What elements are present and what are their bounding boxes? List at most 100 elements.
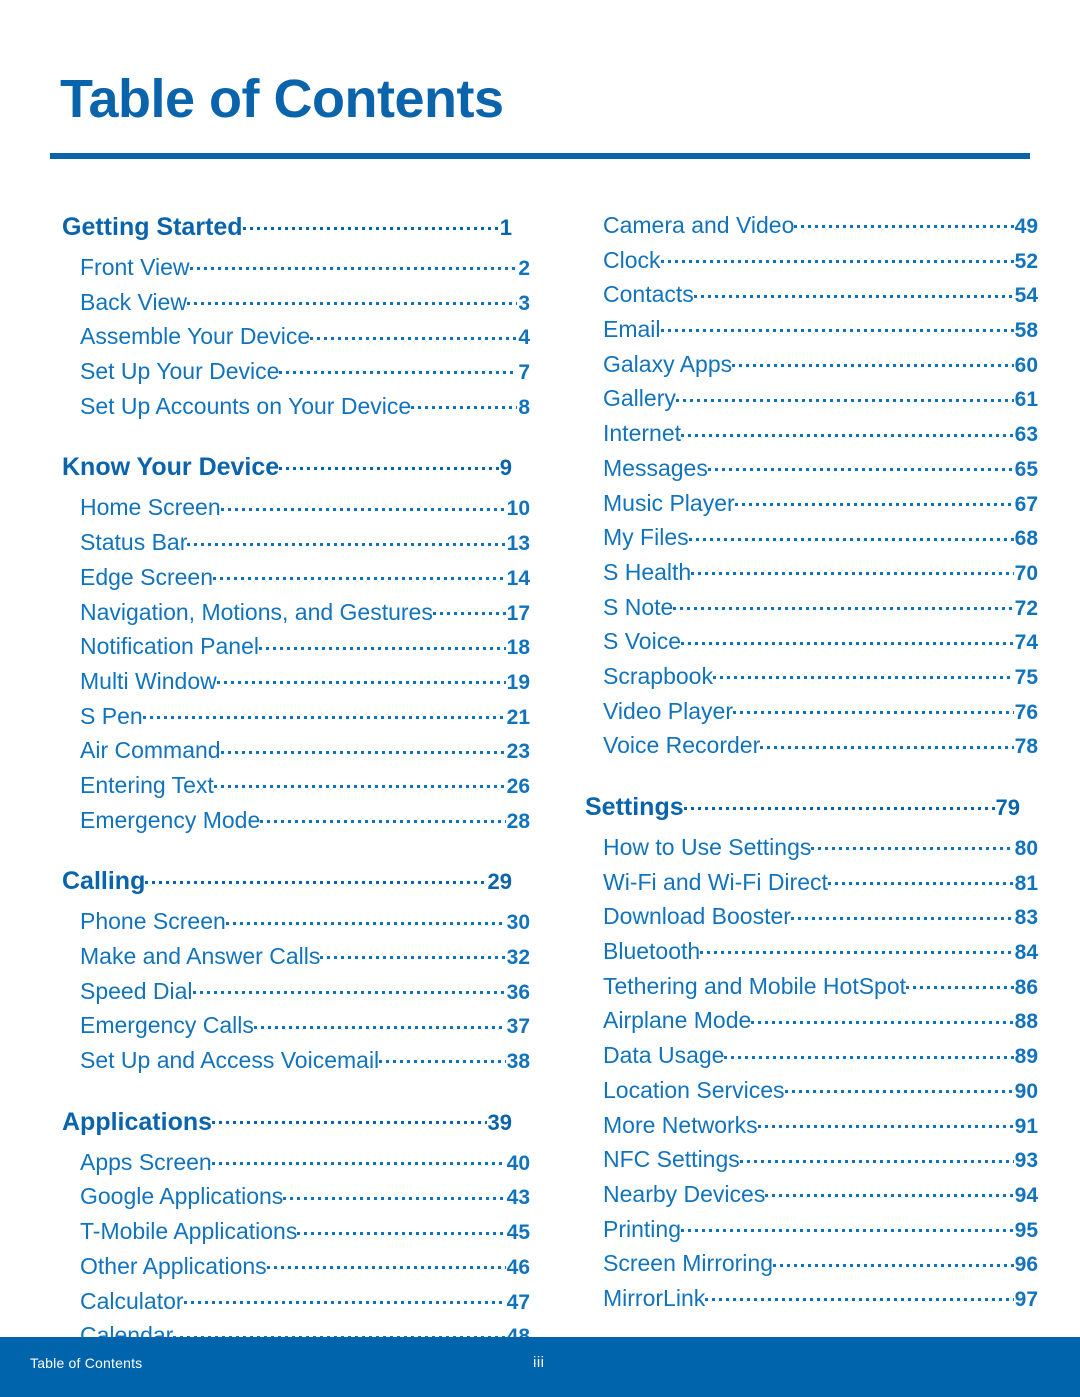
toc-entry[interactable]: Printing 95	[585, 1214, 1038, 1249]
toc-entry[interactable]: T-Mobile Applications 45	[62, 1216, 530, 1251]
toc-entry-label: MirrorLink	[603, 1284, 706, 1311]
toc-entry[interactable]: Back View 3	[62, 287, 530, 322]
toc-entry[interactable]: Messages 65	[585, 453, 1038, 488]
leader-dots	[683, 790, 995, 815]
toc-entry[interactable]: Email 58	[585, 314, 1038, 349]
footer-page-number: iii	[533, 1354, 545, 1371]
toc-entry[interactable]: Air Command 23	[62, 735, 530, 770]
toc-section-label: Settings	[585, 793, 684, 821]
toc-entry-page-number: 84	[1014, 941, 1038, 965]
toc-entry-page-number: 63	[1014, 423, 1038, 447]
toc-section-block: Settings 79 How to Use Settings 80 Wi-Fi and…	[585, 790, 1038, 1318]
toc-entry[interactable]: Set Up and Access Voicemail 38	[62, 1045, 530, 1080]
toc-entry[interactable]: Video Player 76	[585, 696, 1038, 731]
toc-entry-page-number: 95	[1014, 1218, 1038, 1242]
toc-entry[interactable]: S Health 70	[585, 557, 1038, 592]
toc-entry[interactable]: Set Up Accounts on Your Device 8	[62, 391, 530, 426]
toc-entry-page-number: 68	[1014, 527, 1038, 551]
leader-dots	[379, 1045, 506, 1068]
toc-entry[interactable]: Google Applications 43	[62, 1181, 530, 1216]
toc-entry-page-number: 65	[1014, 457, 1038, 481]
toc-entry[interactable]: Apps Screen 40	[62, 1147, 530, 1182]
toc-entry-label: Galaxy Apps	[603, 350, 733, 377]
toc-section[interactable]: Getting Started 1	[62, 210, 512, 252]
toc-section[interactable]: Calling 29	[62, 864, 512, 906]
toc-entry-label: Multi Window	[80, 667, 217, 694]
toc-entry-page-number: 54	[1014, 284, 1038, 308]
toc-entry-label: Internet	[603, 420, 681, 447]
toc-entry[interactable]: Entering Text 26	[62, 770, 530, 805]
toc-entry[interactable]: S Pen 21	[62, 701, 530, 736]
toc-entry-label: Bluetooth	[603, 938, 701, 965]
toc-entry[interactable]: Music Player 67	[585, 488, 1038, 523]
toc-entry[interactable]: Bluetooth 84	[585, 936, 1038, 971]
toc-entry[interactable]: Contacts 54	[585, 279, 1038, 314]
toc-entry[interactable]: Wi-Fi and Wi-Fi Direct 81	[585, 867, 1038, 902]
toc-section-block: Getting Started 1 Front View 2 Back View 3 Ass…	[62, 210, 530, 425]
toc-entry[interactable]: Multi Window 19	[62, 666, 530, 701]
toc-entry[interactable]: Edge Screen 14	[62, 562, 530, 597]
toc-entry-label: Camera and Video	[603, 212, 795, 238]
toc-entry[interactable]: S Voice 74	[585, 626, 1038, 661]
toc-entry[interactable]: Clock 52	[585, 245, 1038, 280]
toc-entry[interactable]: Speed Dial 36	[62, 976, 530, 1011]
toc-entry[interactable]: Other Applications 46	[62, 1251, 530, 1286]
toc-section[interactable]: Settings 79	[585, 790, 1020, 832]
toc-entry-label: T-Mobile Applications	[80, 1218, 298, 1245]
toc-entry[interactable]: Make and Answer Calls 32	[62, 941, 530, 976]
leader-dots	[320, 941, 506, 964]
toc-entry[interactable]: Calculator 47	[62, 1286, 530, 1321]
page-title: Table of Contents	[60, 69, 504, 129]
toc-entry-label: Back View	[80, 288, 187, 315]
toc-entry[interactable]: Emergency Mode 28	[62, 805, 530, 840]
toc-entry[interactable]: Assemble Your Device 4	[62, 321, 530, 356]
leader-dots	[189, 252, 518, 275]
toc-entry[interactable]: Internet 63	[585, 418, 1038, 453]
toc-entry[interactable]: Front View 2	[62, 252, 530, 287]
toc-entry[interactable]: Scrapbook 75	[585, 661, 1038, 696]
toc-entry[interactable]: Location Services 90	[585, 1075, 1038, 1110]
toc-entry[interactable]: Gallery 61	[585, 383, 1038, 418]
toc-entry-label: Screen Mirroring	[603, 1250, 773, 1277]
leader-dots	[279, 356, 518, 379]
toc-entry[interactable]: Emergency Calls 37	[62, 1010, 530, 1045]
toc-entry[interactable]: S Note 72	[585, 592, 1038, 627]
toc-entry[interactable]: NFC Settings 93	[585, 1144, 1038, 1179]
toc-entry[interactable]: Status Bar 13	[62, 527, 530, 562]
leader-dots	[411, 391, 518, 414]
toc-entry-page-number: 21	[506, 705, 530, 729]
toc-entry[interactable]: Nearby Devices 94	[585, 1179, 1038, 1214]
toc-entry[interactable]: Camera and Video 49	[585, 210, 1038, 245]
leader-dots	[213, 770, 506, 793]
toc-entry[interactable]: Home Screen 10	[62, 492, 530, 527]
toc-entry-label: S Pen	[80, 702, 143, 729]
toc-entry-page-number: 88	[1014, 1010, 1038, 1034]
toc-entry[interactable]: Download Booster 83	[585, 901, 1038, 936]
leader-dots	[906, 971, 1014, 994]
toc-entry[interactable]: Tethering and Mobile HotSpot 86	[585, 971, 1038, 1006]
toc-entry[interactable]: MirrorLink 97	[585, 1283, 1038, 1318]
toc-entry[interactable]: Galaxy Apps 60	[585, 349, 1038, 384]
leader-dots	[145, 864, 487, 889]
toc-entry-page-number: 32	[506, 946, 530, 969]
toc-entry[interactable]: More Networks 91	[585, 1110, 1038, 1145]
toc-section[interactable]: Know Your Device 9	[62, 450, 512, 492]
toc-entry[interactable]: Voice Recorder 78	[585, 730, 1038, 765]
toc-section[interactable]: Applications 39	[62, 1105, 512, 1147]
toc-entry[interactable]: How to Use Settings 80	[585, 832, 1038, 867]
toc-entry[interactable]: Airplane Mode 88	[585, 1005, 1038, 1040]
toc-entry[interactable]: Screen Mirroring 96	[585, 1248, 1038, 1283]
toc-entry-page-number: 58	[1014, 319, 1038, 343]
toc-entry[interactable]: Phone Screen 30	[62, 906, 530, 941]
toc-entry[interactable]: Notification Panel 18	[62, 631, 530, 666]
toc-entry-page-number: 23	[506, 740, 530, 764]
toc-entry[interactable]: Set Up Your Device 7	[62, 356, 530, 391]
toc-entry[interactable]: My Files 68	[585, 522, 1038, 557]
toc-entry[interactable]: Data Usage 89	[585, 1040, 1038, 1075]
toc-entry-label: Front View	[80, 254, 190, 280]
toc-entry-page-number: 30	[506, 911, 530, 935]
toc-entry-page-number: 67	[1014, 492, 1038, 516]
toc-entry-page-number: 46	[506, 1255, 530, 1279]
toc-entry[interactable]: Navigation, Motions, and Gestures 17	[62, 597, 530, 632]
toc-section-label: Know Your Device	[62, 453, 280, 482]
